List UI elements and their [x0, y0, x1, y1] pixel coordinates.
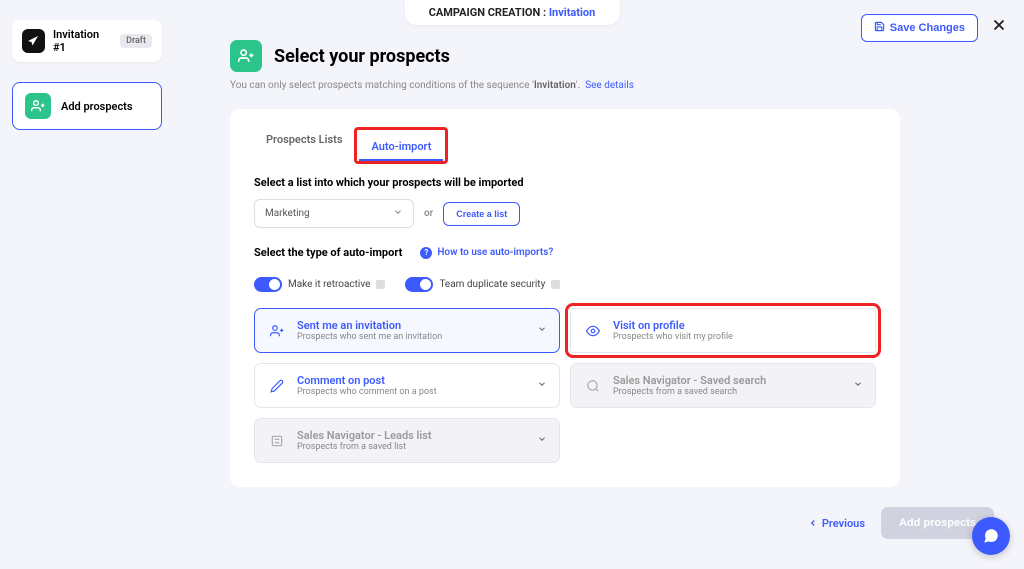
add-prospects-icon: [25, 93, 51, 119]
option-sub: Prospects from a saved search: [613, 387, 843, 397]
option-sub: Prospects who sent me an invitation: [297, 332, 527, 342]
chevron-down-icon: [537, 324, 547, 337]
option-saved-search[interactable]: Sales Navigator - Saved search Prospects…: [570, 363, 876, 408]
or-text: or: [424, 208, 433, 219]
close-button[interactable]: [988, 14, 1010, 36]
option-title: Sent me an invitation: [297, 319, 527, 332]
option-title: Comment on post: [297, 374, 527, 387]
toggle-duplicate-security[interactable]: [405, 277, 433, 292]
option-visit-profile[interactable]: Visit on profile Prospects who visit my …: [570, 308, 876, 353]
list-select-row: Marketing or Create a list: [254, 199, 876, 228]
step-add-prospects[interactable]: Add prospects: [12, 82, 162, 130]
eye-icon: [583, 321, 603, 341]
list-dropdown[interactable]: Marketing: [254, 199, 414, 228]
search-icon: [583, 376, 603, 396]
how-to-link[interactable]: ? How to use auto-imports?: [420, 247, 553, 259]
option-sub: Prospects from a saved list: [297, 442, 527, 452]
campaign-name: Invitation #1: [53, 28, 112, 54]
toggle-retroactive[interactable]: [254, 277, 282, 292]
chevron-left-icon: [808, 518, 818, 528]
main-content: Select your prospects You can only selec…: [180, 40, 1004, 487]
step-label: Add prospects: [61, 100, 133, 113]
pencil-icon: [267, 376, 287, 396]
save-icon: [874, 21, 885, 35]
option-sub: Prospects who comment on a post: [297, 387, 527, 397]
tabs: Prospects Lists Auto-import: [254, 127, 876, 164]
toggle-duplicate-group: Team duplicate security: [405, 277, 560, 292]
tab-prospects-lists[interactable]: Prospects Lists: [254, 127, 354, 164]
option-comment-post[interactable]: Comment on post Prospects who comment on…: [254, 363, 560, 408]
page-header: Select your prospects: [230, 40, 1004, 72]
select-list-label: Select a list into which your prospects …: [254, 176, 876, 189]
auto-import-options: Sent me an invitation Prospects who sent…: [254, 308, 876, 463]
chevron-down-icon: [853, 379, 863, 392]
tab-auto-import[interactable]: Auto-import: [359, 134, 443, 161]
option-title: Sales Navigator - Saved search: [613, 374, 843, 387]
info-icon[interactable]: [376, 280, 385, 289]
campaign-creation-banner: CAMPAIGN CREATION : Invitation: [405, 0, 620, 25]
save-label: Save Changes: [890, 22, 965, 34]
auto-import-highlight: Auto-import: [354, 127, 448, 164]
auto-import-label: Select the type of auto-import: [254, 246, 402, 259]
prospects-panel: Prospects Lists Auto-import Select a lis…: [230, 109, 900, 487]
option-title: Visit on profile: [613, 319, 863, 332]
auto-import-config: Select the type of auto-import ? How to …: [254, 246, 876, 292]
chat-widget[interactable]: [972, 517, 1010, 555]
chat-icon: [982, 527, 1000, 545]
dropdown-value: Marketing: [265, 208, 310, 219]
user-plus-icon: [267, 321, 287, 341]
toggle-retroactive-group: Make it retroactive: [254, 277, 385, 292]
hint-text: You can only select prospects matching c…: [230, 80, 1004, 91]
draft-badge: Draft: [120, 34, 152, 48]
chevron-down-icon: [393, 207, 403, 220]
option-sent-invitation[interactable]: Sent me an invitation Prospects who sent…: [254, 308, 560, 353]
footer-actions: Previous Add prospects: [808, 507, 994, 539]
chevron-down-icon: [537, 434, 547, 447]
chevron-down-icon: [537, 379, 547, 392]
save-changes-button[interactable]: Save Changes: [861, 14, 978, 42]
page-header-icon: [230, 40, 262, 72]
create-list-button[interactable]: Create a list: [443, 202, 520, 226]
list-icon: [267, 431, 287, 451]
campaign-icon: [22, 29, 45, 53]
page-title: Select your prospects: [274, 46, 450, 67]
option-leads-list[interactable]: Sales Navigator - Leads list Prospects f…: [254, 418, 560, 463]
previous-button[interactable]: Previous: [808, 517, 865, 530]
info-icon: ?: [420, 247, 432, 259]
option-title: Sales Navigator - Leads list: [297, 429, 527, 442]
see-details-link[interactable]: See details: [585, 80, 634, 91]
info-icon[interactable]: [551, 280, 560, 289]
sidebar: Invitation #1 Draft Add prospects: [12, 20, 162, 130]
banner-label: CAMPAIGN CREATION :: [429, 6, 546, 19]
option-sub: Prospects who visit my profile: [613, 332, 863, 342]
campaign-pill[interactable]: Invitation #1 Draft: [12, 20, 162, 62]
banner-step: Invitation: [549, 6, 595, 19]
